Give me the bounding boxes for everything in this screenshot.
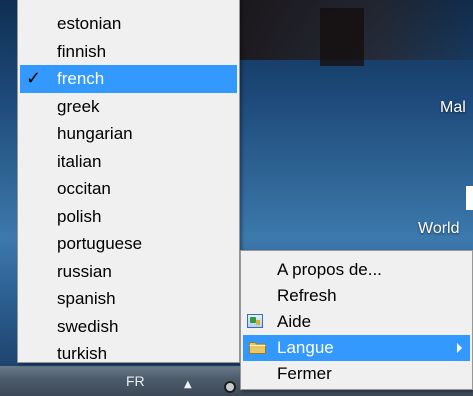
wallpaper-text-mal: Mal (440, 99, 466, 116)
language-list: estonian finnish ✓ french greek hungarian… (18, 10, 239, 368)
submenu-arrow-icon (457, 343, 462, 353)
menu-item-label: Refresh (277, 286, 337, 305)
language-label: turkish (57, 344, 108, 363)
language-item-swedish[interactable]: swedish (18, 313, 239, 341)
menu-item-close[interactable]: Fermer (241, 361, 472, 387)
tray-app-icon[interactable] (224, 381, 236, 393)
check-icon: ✓ (26, 68, 42, 88)
language-item-turkish[interactable]: turkish (18, 340, 239, 368)
language-label: finnish (57, 41, 107, 61)
language-label: spanish (57, 289, 116, 308)
language-label: hungarian (57, 124, 133, 143)
language-item-hungarian[interactable]: hungarian (18, 120, 239, 148)
wallpaper-text-world: World (418, 220, 460, 237)
show-hidden-icons-button[interactable]: ▲ (184, 380, 192, 390)
tray-context-menu: A propos de... Refresh Aide Langue Ferme… (240, 250, 473, 390)
menu-item-label: Aide (277, 312, 312, 331)
desktop: Mal World FR ▲ estonian finnish ✓ french … (0, 0, 473, 396)
language-label: portuguese (57, 234, 143, 253)
help-icon (247, 314, 263, 328)
menu-item-refresh[interactable]: Refresh (241, 283, 472, 309)
language-item-polish[interactable]: polish (18, 203, 239, 231)
wallpaper-text-fragment (466, 186, 473, 210)
language-label: greek (57, 96, 100, 116)
menu-item-label: A propos de... (277, 260, 382, 279)
wallpaper-pillar (320, 8, 364, 66)
language-item-russian[interactable]: russian (18, 258, 239, 286)
language-item-finnish[interactable]: finnish (18, 38, 239, 66)
language-item-french[interactable]: ✓ french (20, 65, 237, 93)
language-item-occitan[interactable]: occitan (18, 175, 239, 203)
language-item-greek[interactable]: greek (18, 93, 239, 121)
menu-item-about[interactable]: A propos de... (241, 257, 472, 283)
language-label: french (57, 69, 105, 88)
language-item-estonian[interactable]: estonian (18, 10, 239, 38)
language-label: polish (57, 206, 102, 226)
tray-menu-list: A propos de... Refresh Aide Langue Ferme… (241, 257, 472, 387)
language-menu: estonian finnish ✓ french greek hungarian… (17, 0, 240, 363)
menu-item-help[interactable]: Aide (241, 309, 472, 335)
language-label: occitan (57, 179, 111, 198)
language-label: italian (57, 151, 102, 171)
language-item-spanish[interactable]: spanish (18, 285, 239, 313)
folder-icon (249, 342, 266, 354)
language-label: estonian (57, 14, 122, 33)
language-indicator[interactable]: FR (126, 373, 145, 389)
menu-item-label: Fermer (277, 364, 332, 383)
language-item-italian[interactable]: italian (18, 148, 239, 176)
language-label: swedish (57, 316, 119, 336)
menu-item-language[interactable]: Langue (243, 335, 470, 361)
language-label: russian (57, 261, 112, 281)
menu-item-label: Langue (277, 338, 334, 357)
language-item-portuguese[interactable]: portuguese (18, 230, 239, 258)
